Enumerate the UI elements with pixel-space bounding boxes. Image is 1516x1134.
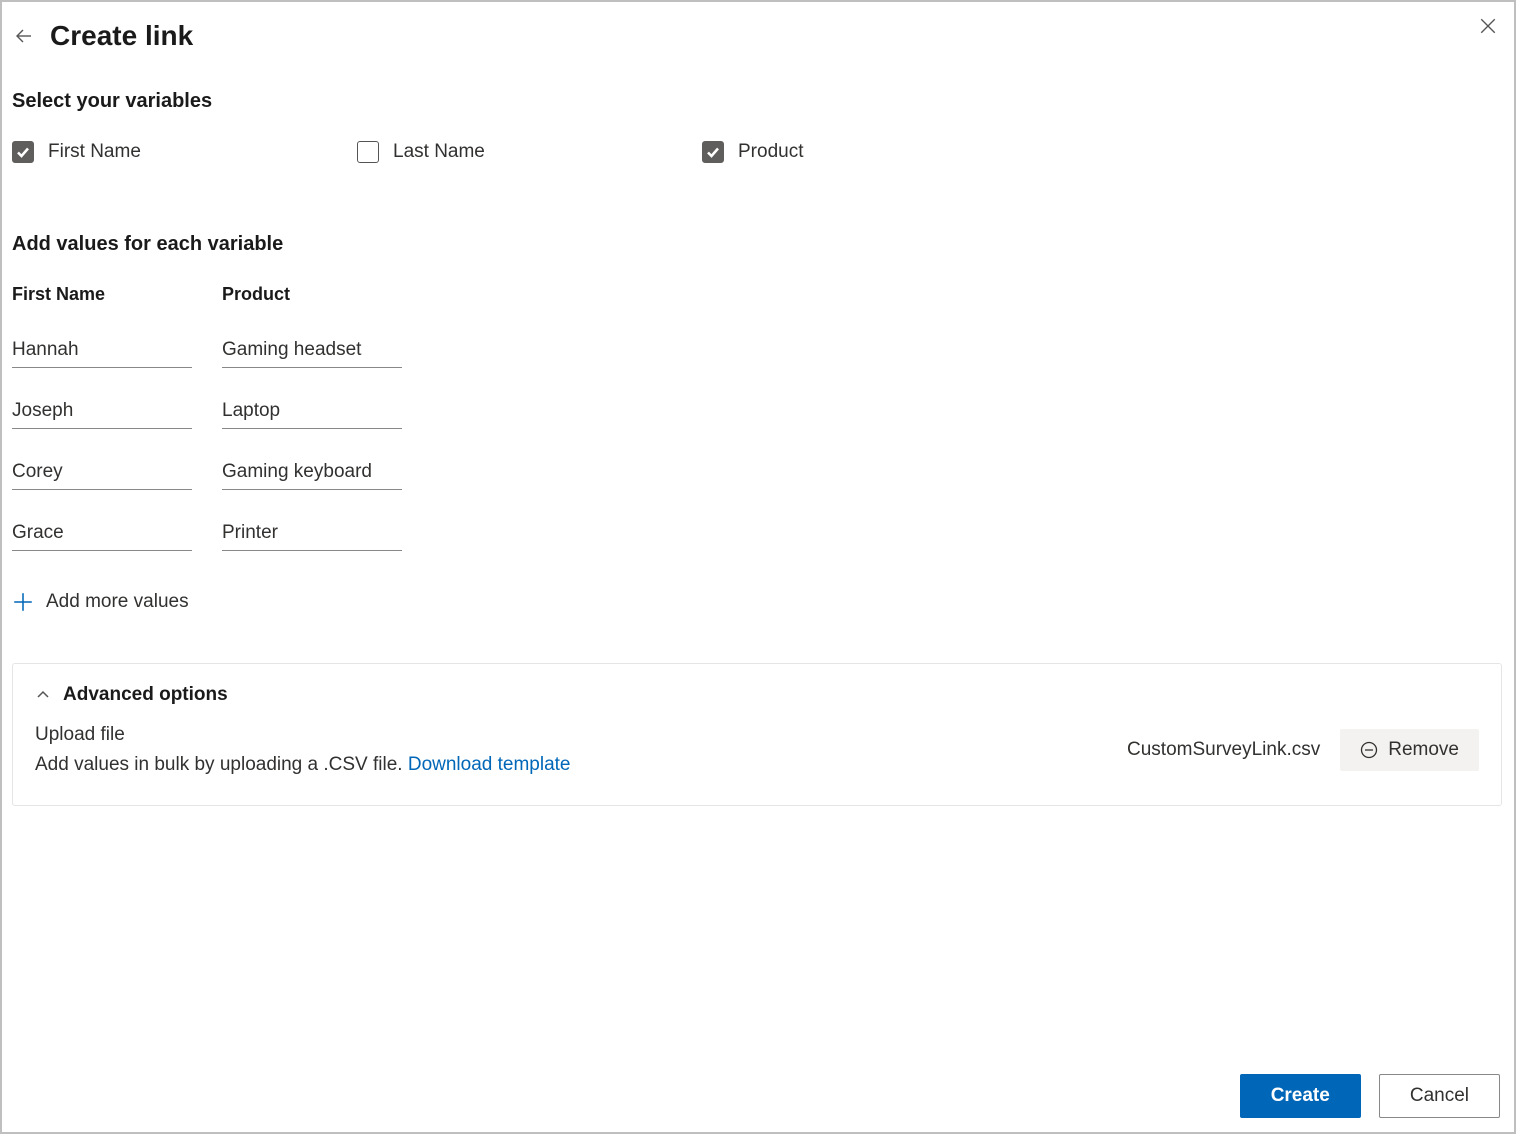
upload-description: Add values in bulk by uploading a .CSV f… xyxy=(35,754,408,775)
select-variables-section: Select your variables First Name Last Na… xyxy=(12,90,1504,163)
first-name-input[interactable] xyxy=(12,518,192,551)
arrow-left-icon xyxy=(14,26,34,46)
remove-label: Remove xyxy=(1388,739,1459,761)
table-row xyxy=(12,518,1504,551)
footer-buttons: Create Cancel xyxy=(1240,1074,1500,1118)
remove-circle-icon xyxy=(1360,741,1378,759)
checkmark-icon xyxy=(705,144,721,160)
uploaded-filename: CustomSurveyLink.csv xyxy=(1127,739,1320,761)
checkmark-icon xyxy=(15,144,31,160)
advanced-options-title: Advanced options xyxy=(63,684,228,706)
upload-text-block: Upload file Add values in bulk by upload… xyxy=(35,720,571,781)
first-name-input[interactable] xyxy=(12,335,192,368)
create-button[interactable]: Create xyxy=(1240,1074,1361,1118)
uploaded-file-area: CustomSurveyLink.csv Remove xyxy=(1127,729,1479,771)
variable-label: Product xyxy=(738,141,803,163)
close-button[interactable] xyxy=(1474,12,1502,40)
column-header-first-name: First Name xyxy=(12,284,192,305)
advanced-body: Upload file Add values in bulk by upload… xyxy=(35,720,1479,781)
page-title: Create link xyxy=(50,20,193,52)
variable-last-name: Last Name xyxy=(357,141,702,163)
table-row xyxy=(12,396,1504,429)
chevron-up-icon xyxy=(35,687,51,703)
variables-row: First Name Last Name Product xyxy=(12,141,1504,163)
first-name-input[interactable] xyxy=(12,457,192,490)
table-row xyxy=(12,457,1504,490)
download-template-link[interactable]: Download template xyxy=(408,754,571,775)
variable-product: Product xyxy=(702,141,1047,163)
checkbox-last-name[interactable] xyxy=(357,141,379,163)
checkbox-first-name[interactable] xyxy=(12,141,34,163)
upload-label: Upload file xyxy=(35,720,571,750)
select-variables-heading: Select your variables xyxy=(12,90,1504,113)
first-name-input[interactable] xyxy=(12,396,192,429)
plus-icon xyxy=(12,591,34,613)
remove-file-button[interactable]: Remove xyxy=(1340,729,1479,771)
panel-header: Create link xyxy=(12,20,1504,52)
back-button[interactable] xyxy=(12,24,36,48)
table-row xyxy=(12,335,1504,368)
close-icon xyxy=(1479,17,1497,35)
product-input[interactable] xyxy=(222,518,402,551)
add-values-section: Add values for each variable First Name … xyxy=(12,233,1504,613)
variable-label: First Name xyxy=(48,141,141,163)
variable-label: Last Name xyxy=(393,141,485,163)
add-more-label: Add more values xyxy=(46,591,189,613)
column-header-product: Product xyxy=(222,284,402,305)
add-more-values-button[interactable]: Add more values xyxy=(12,591,1504,613)
add-values-heading: Add values for each variable xyxy=(12,233,1504,256)
product-input[interactable] xyxy=(222,457,402,490)
product-input[interactable] xyxy=(222,335,402,368)
table-header-row: First Name Product xyxy=(12,284,1504,305)
advanced-options-toggle[interactable]: Advanced options xyxy=(35,684,1479,706)
checkbox-product[interactable] xyxy=(702,141,724,163)
values-table: First Name Product xyxy=(12,284,1504,551)
variable-first-name: First Name xyxy=(12,141,357,163)
product-input[interactable] xyxy=(222,396,402,429)
advanced-options-panel: Advanced options Upload file Add values … xyxy=(12,663,1502,806)
cancel-button[interactable]: Cancel xyxy=(1379,1074,1500,1118)
